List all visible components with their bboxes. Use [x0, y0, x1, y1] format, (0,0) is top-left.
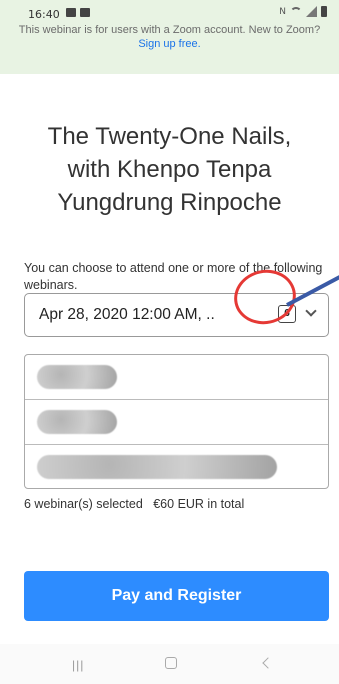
vibrate-icon: N — [279, 7, 286, 17]
list-item[interactable] — [25, 445, 328, 490]
android-nav-bar: ||| — [0, 644, 339, 684]
notification-icons — [66, 8, 90, 17]
wifi-icon — [290, 7, 302, 17]
status-bar: 16:40 N — [0, 0, 339, 24]
message-icon — [80, 8, 90, 17]
notice-text: This webinar is for users with a Zoom ac… — [18, 24, 321, 36]
selected-count-text: 6 webinar(s) selected — [24, 497, 143, 511]
pay-and-register-button[interactable]: Pay and Register — [24, 571, 329, 621]
total-price: €60 EUR in total — [153, 497, 245, 511]
gallery-icon — [66, 8, 76, 17]
back-icon[interactable] — [262, 657, 274, 669]
selected-webinars-list — [24, 354, 329, 489]
status-time: 16:40 — [28, 8, 60, 21]
blurred-entry — [37, 365, 117, 389]
recent-apps-icon[interactable]: ||| — [72, 658, 84, 672]
signal-icon — [306, 6, 317, 17]
zoom-account-notice: This webinar is for users with a Zoom ac… — [0, 24, 339, 52]
sign-up-link[interactable]: Sign up free. — [138, 38, 200, 50]
chevron-down-icon — [305, 305, 317, 317]
selection-summary: 6 webinar(s) selected €60 EUR in total — [24, 497, 244, 511]
page-title: The Twenty-One Nails, with Khenpo Tenpa … — [0, 120, 339, 219]
title-line-3: Yungdrung Rinpoche — [57, 189, 282, 216]
home-icon[interactable] — [165, 657, 177, 669]
list-item[interactable] — [25, 400, 328, 445]
title-line-2: with Khenpo Tenpa — [67, 156, 272, 183]
system-icons: N — [279, 6, 327, 17]
list-item[interactable] — [25, 355, 328, 400]
selected-date: Apr 28, 2020 12:00 AM, .. — [39, 306, 215, 323]
blurred-entry — [37, 455, 277, 479]
title-line-1: The Twenty-One Nails, — [47, 123, 292, 150]
blurred-entry — [37, 410, 117, 434]
battery-icon — [321, 6, 327, 17]
